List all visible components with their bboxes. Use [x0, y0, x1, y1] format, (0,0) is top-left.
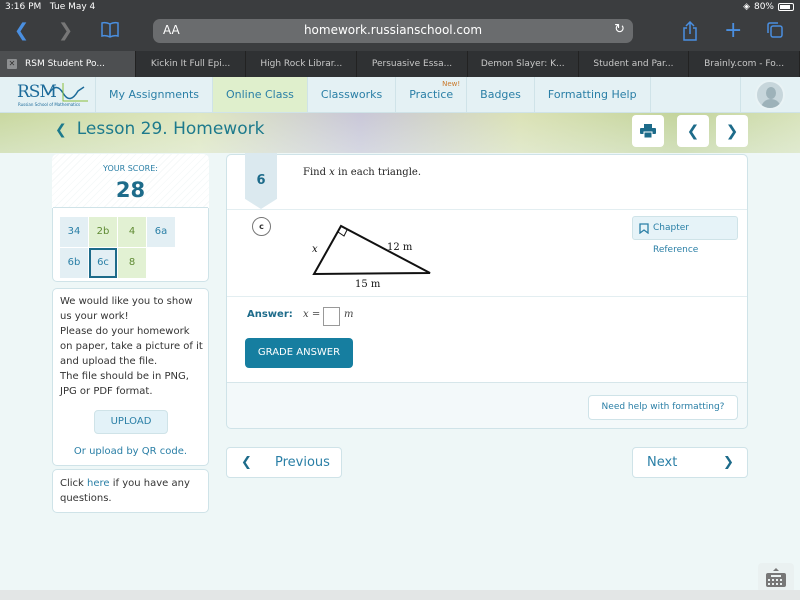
question-grid: 34 2b 4 6a 6b 6c 8 [60, 217, 201, 278]
browser-tab[interactable]: Student and Par... [579, 51, 690, 77]
help-text: Click here if you have any questions. [60, 478, 190, 504]
chevron-right-icon: ❯ [725, 122, 739, 140]
print-icon [640, 124, 656, 139]
answer-prefix: x = [303, 309, 321, 320]
formatting-help-button[interactable]: Need help with formatting? [588, 395, 738, 420]
divider [227, 209, 747, 210]
score-value: 28 [115, 178, 146, 202]
close-tab-icon[interactable]: ✕ [7, 59, 17, 69]
bookmark-icon [639, 223, 649, 234]
status-bar: 3:16 PM Tue May 4 ◈ 80% [0, 0, 800, 14]
nav-online-class[interactable]: Online Class [212, 77, 307, 112]
question-tile-current[interactable]: 6c [89, 248, 117, 278]
page-title[interactable]: ❮ Lesson 29. Homework [55, 119, 264, 139]
battery-icon [778, 3, 794, 11]
question-tile[interactable]: 8 [118, 248, 146, 278]
battery-percent: 80% [753, 2, 774, 12]
bookmarks-icon[interactable] [100, 21, 120, 44]
new-tab-icon[interactable]: + [724, 20, 742, 42]
answer-unit: m [344, 309, 354, 320]
url-bar[interactable]: AA homework.russianschool.com ↻ [153, 19, 633, 43]
chevron-right-icon: ❯ [723, 455, 734, 470]
print-button[interactable] [632, 115, 664, 147]
previous-button[interactable]: ❮ Previous [226, 447, 342, 478]
upload-button[interactable]: UPLOAD [94, 410, 168, 434]
browser-tab[interactable]: ✕ RSM Student Po... [0, 51, 136, 77]
triangle-figure: x 12 m 15 m [312, 224, 431, 290]
nav-my-assignments[interactable]: My Assignments [95, 77, 212, 112]
answer-input[interactable] [323, 307, 340, 326]
help-link[interactable]: here [87, 478, 110, 489]
chevron-left-icon: ❮ [241, 455, 252, 470]
question-prompt: Find x in each triangle. [303, 167, 422, 178]
chapter-reference-button[interactable]: Chapter Reference [632, 216, 738, 255]
share-icon[interactable] [682, 20, 698, 46]
profile-button[interactable] [740, 77, 800, 112]
browser-tab[interactable]: Brainly.com - Fo... [689, 51, 800, 77]
nav-spacer [649, 77, 740, 112]
tabs-overview-icon[interactable] [766, 21, 784, 44]
answer-label: Answer: [247, 309, 293, 320]
nav-badges[interactable]: Badges [466, 77, 534, 112]
browser-tab[interactable]: Demon Slayer: K... [468, 51, 579, 77]
grade-answer-button[interactable]: GRADE ANSWER [245, 338, 353, 368]
side-15-label: 15 m [355, 279, 381, 290]
wifi-icon: ◈ [743, 2, 750, 12]
logo-wave-icon [48, 83, 88, 102]
next-button[interactable]: Next ❯ [632, 447, 748, 478]
question-tile[interactable]: 6a [147, 217, 175, 247]
score-label: YOUR SCORE: [103, 164, 158, 173]
reload-icon[interactable]: ↻ [614, 22, 625, 37]
status-time: 3:16 PM Tue May 4 [5, 2, 96, 12]
browser-tabs: ✕ RSM Student Po... Kickin It Full Epi...… [0, 51, 800, 77]
score-header: YOUR SCORE: 28 [52, 154, 209, 208]
keyboard-toggle[interactable] [758, 563, 794, 593]
question-number: 6 [245, 153, 277, 209]
question-tile[interactable]: 4 [118, 217, 146, 247]
status-right: ◈ 80% [743, 2, 794, 12]
question-tile[interactable]: 6b [60, 248, 88, 278]
nav-formatting-help[interactable]: Formatting Help [533, 77, 650, 112]
browser-tab[interactable]: Kickin It Full Epi... [136, 51, 247, 77]
chevron-left-icon: ❮ [686, 122, 700, 140]
new-badge: New! [442, 80, 461, 88]
question-tile[interactable]: 34 [60, 217, 88, 247]
upload-instructions: We would like you to show us your work! … [60, 296, 203, 397]
logo-subtitle: Russian School of Mathematics [18, 102, 81, 107]
site-nav: RSM Russian School of Mathematics My Ass… [0, 77, 800, 113]
url-text: homework.russianschool.com [303, 23, 483, 37]
browser-tab[interactable]: High Rock Librar... [246, 51, 358, 77]
next-question-button[interactable]: ❯ [716, 115, 748, 147]
prev-question-button[interactable]: ❮ [677, 115, 709, 147]
browser-toolbar: ❮ ❯ AA homework.russianschool.com ↻ + [0, 14, 800, 51]
bottom-bar [0, 590, 800, 600]
rsm-logo[interactable]: RSM Russian School of Mathematics [0, 77, 95, 112]
keyboard-icon [766, 568, 786, 587]
side-12-label: 12 m [387, 242, 413, 253]
divider [53, 207, 208, 208]
back-chevron-icon[interactable]: ❮ [55, 122, 67, 138]
avatar-icon [755, 80, 785, 110]
side-x-label: x [312, 244, 318, 255]
triangle-shape [312, 224, 431, 276]
qr-upload-link[interactable]: Or upload by QR code. [52, 446, 209, 457]
nav-practice[interactable]: Practice New! [395, 77, 466, 112]
back-icon[interactable]: ❮ [14, 21, 29, 41]
question-tile[interactable]: 2b [89, 217, 117, 247]
forward-icon[interactable]: ❯ [58, 21, 73, 41]
nav-classworks[interactable]: Classworks [306, 77, 395, 112]
part-label: c [252, 217, 271, 236]
